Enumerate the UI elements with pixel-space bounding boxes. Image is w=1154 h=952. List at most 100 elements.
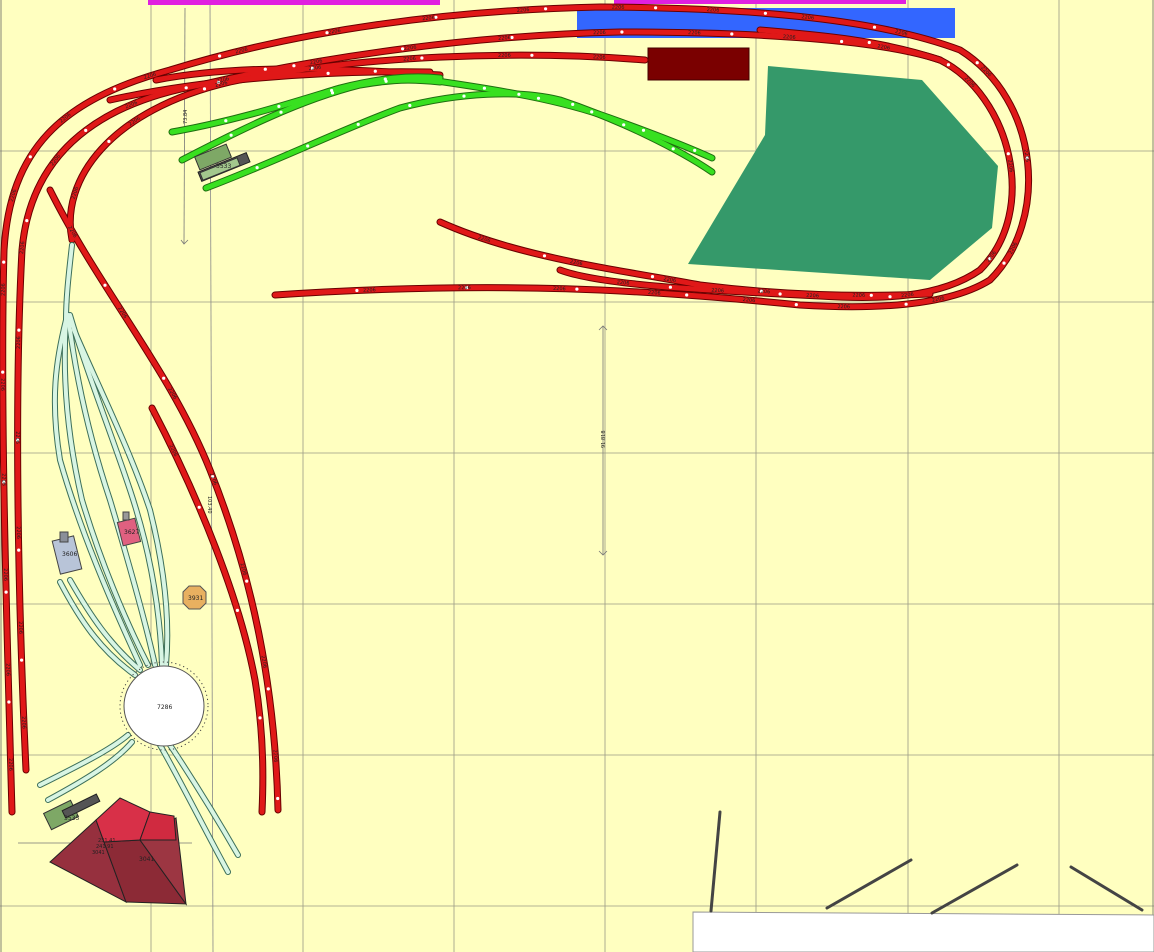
track-piece-label: 2206: [477, 235, 491, 245]
rail-joint: [542, 254, 547, 258]
building-3535-label: 3535: [64, 815, 79, 822]
rail-joint: [975, 61, 979, 65]
track-piece-label: 2206: [167, 444, 178, 458]
roundhouse-dim-3: 3041: [92, 850, 105, 856]
track-piece-label: 2206: [9, 189, 18, 203]
rail-joint: [654, 6, 658, 10]
track-piece-label: 2206: [806, 293, 819, 300]
building-3606-label: 3606: [62, 551, 77, 558]
track-piece-label: 2206: [498, 53, 511, 59]
track-piece-label: 2206: [837, 304, 850, 310]
rail-joint: [245, 579, 249, 583]
track-piece-label: 2206: [458, 285, 471, 291]
rail-joint: [279, 110, 283, 114]
track-piece-label: 2206: [593, 30, 606, 36]
rail-joint: [590, 110, 594, 114]
track-piece-label: 2206: [648, 290, 661, 297]
rail-joint: [668, 285, 673, 289]
magenta-strip-left: [148, 0, 440, 5]
rail-joint: [671, 147, 675, 151]
track-piece-label: 2206: [208, 472, 218, 486]
dimension-label-left: 73.84: [183, 110, 189, 124]
track-piece-label: 2206: [517, 7, 530, 14]
building-3627-label: 3627: [124, 529, 139, 536]
rail-joint: [355, 288, 359, 293]
rail-joint: [1, 370, 5, 374]
track-piece-label: 2206: [7, 758, 13, 771]
rail-joint: [650, 275, 655, 279]
rail-joint: [28, 155, 32, 159]
track-piece-label: 2206: [422, 15, 435, 22]
rail-joint: [17, 328, 21, 332]
track-piece-label: 2206: [663, 276, 677, 284]
rail-joint: [25, 219, 29, 223]
track-piece-label: 2206: [2, 568, 8, 581]
track-piece-label: 2206: [17, 621, 23, 634]
hill-area: [688, 66, 998, 280]
rail-joint: [84, 128, 88, 132]
rail-joint: [1002, 261, 1006, 265]
rail-joint: [763, 11, 768, 15]
benchwork-stubs: [709, 810, 1144, 915]
rail-joint: [229, 133, 233, 137]
rail-joint: [867, 40, 871, 45]
track-piece-label: 2206: [16, 336, 22, 349]
rail-joint: [778, 292, 782, 296]
rail-joint: [536, 96, 541, 100]
building-3931-label: 3931: [188, 595, 203, 602]
rail-joint: [266, 687, 270, 691]
track-plan-canvas[interactable]: 73.84 91.818 103.40 231.41 241.91 3041 3…: [0, 0, 1154, 952]
siding-tracks[interactable]: [168, 73, 716, 192]
building-3533-label: 3533: [216, 163, 231, 170]
rail-joint: [544, 7, 548, 11]
rail-joint: [218, 54, 222, 58]
rail-joint: [462, 94, 466, 98]
rail-joint: [869, 293, 873, 297]
rail-joint: [17, 548, 21, 552]
rail-joint: [235, 608, 239, 613]
track-piece-label: 2206: [166, 387, 178, 401]
rail-joint: [224, 119, 228, 123]
rail-joint: [794, 303, 798, 307]
rail-joint: [693, 148, 697, 152]
track-piece-label: 2206: [711, 288, 724, 295]
rail-joint: [888, 295, 892, 299]
track-piece-label: 2206: [852, 293, 865, 299]
track-piece-label: 2206: [363, 287, 376, 294]
rail-joint: [103, 283, 107, 287]
track-piece-label: 2206: [20, 716, 27, 729]
track-piece-label: 2206: [931, 295, 945, 303]
rail-joint: [373, 69, 377, 73]
rail-joint: [530, 53, 534, 57]
rail-joint: [113, 87, 117, 91]
track-piece-label: 2206: [783, 34, 796, 41]
track-piece-label: 2206: [569, 259, 583, 267]
track-piece-label: 2206: [116, 306, 128, 320]
rail-joint: [292, 64, 296, 68]
rail-joint: [872, 25, 877, 29]
rail-joint: [162, 376, 166, 380]
track-piece-label: 2206: [616, 279, 629, 286]
track-piece-label: 2206: [4, 663, 10, 676]
rail-joint: [2, 260, 6, 264]
track-piece-label: 2206: [498, 35, 511, 42]
rail-joint: [622, 123, 626, 127]
rail-joint: [7, 700, 11, 704]
rail-joint: [571, 102, 575, 106]
track-piece-label: 2206: [71, 186, 81, 200]
dimension-label-center: 91.818: [601, 431, 607, 449]
rail-joint: [384, 79, 388, 83]
track-piece-label: 2206: [757, 288, 770, 295]
rail-joint: [356, 122, 360, 126]
rail-joint: [20, 658, 24, 662]
rail-joint: [258, 716, 262, 720]
rail-joint: [107, 139, 111, 143]
turntable-label: 7286: [157, 704, 172, 711]
rail-joint: [840, 39, 844, 44]
dimension-label-right: 103.40: [206, 496, 212, 514]
track-piece-label: 2206: [235, 47, 249, 56]
track-piece-label: 2206: [1022, 149, 1030, 162]
track-piece-label: 2206: [1, 283, 7, 296]
rail-joint: [730, 32, 734, 36]
track-piece-label: 2206: [1006, 159, 1014, 172]
